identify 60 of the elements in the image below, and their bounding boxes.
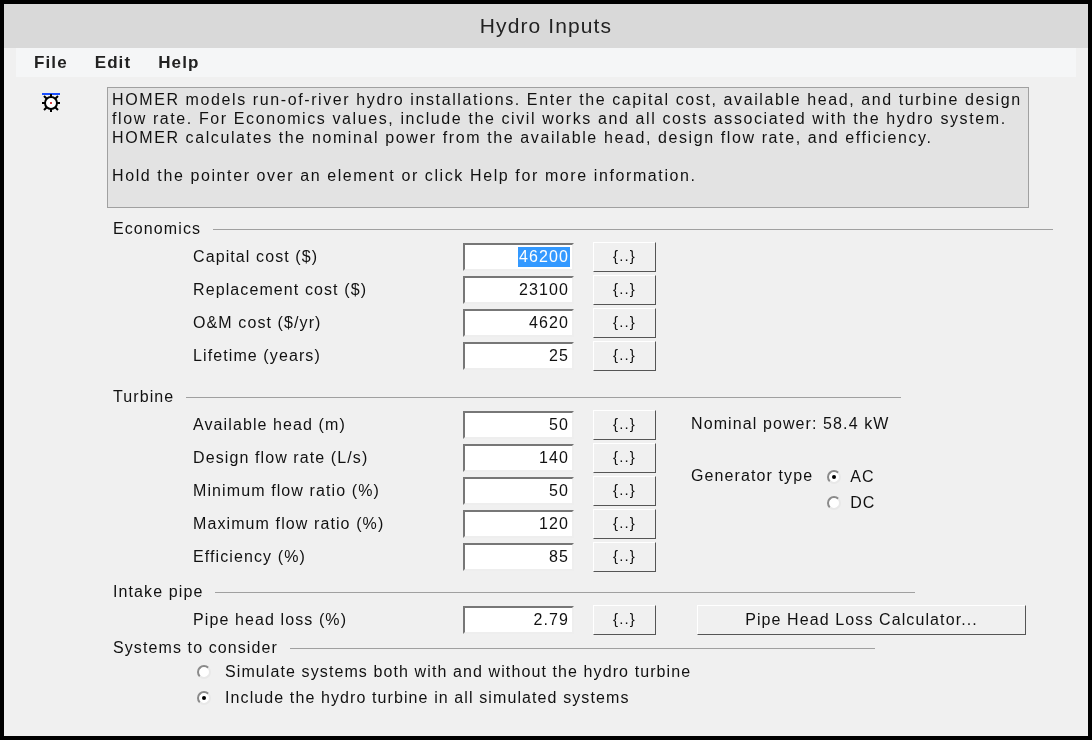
input-field[interactable]: 85 bbox=[463, 542, 574, 571]
radio-label: Simulate systems both with and without the hydro turbine bbox=[225, 662, 692, 681]
field-value: 4620 bbox=[528, 312, 570, 333]
menu-item[interactable]: Edit bbox=[94, 49, 132, 76]
field-label: Capital cost ($) bbox=[193, 246, 320, 267]
field-label: Minimum flow ratio (%) bbox=[193, 480, 381, 501]
turbine-icon bbox=[40, 91, 62, 113]
field-value: 85 bbox=[548, 546, 570, 567]
field-value: 50 bbox=[548, 480, 570, 501]
sensitivity-button[interactable]: {..} bbox=[593, 442, 656, 473]
field-label: O&M cost ($/yr) bbox=[193, 312, 323, 333]
field-value: 2.79 bbox=[532, 609, 570, 630]
section-heading: Economics bbox=[113, 219, 202, 239]
field-value: 46200 bbox=[518, 246, 570, 267]
radio-button[interactable] bbox=[827, 470, 842, 484]
input-field[interactable]: 50 bbox=[463, 410, 574, 439]
input-field[interactable]: 25 bbox=[463, 341, 574, 370]
nominal-power-text: Nominal power: 58.4 kW bbox=[691, 414, 890, 434]
input-field[interactable]: 2.79 bbox=[463, 605, 574, 634]
generator-type-label: Generator type bbox=[691, 466, 814, 486]
input-field[interactable]: 120 bbox=[463, 509, 574, 538]
section-heading: Systems to consider bbox=[113, 638, 278, 658]
menu-item[interactable]: File bbox=[34, 49, 68, 76]
input-field[interactable]: 23100 bbox=[463, 275, 574, 304]
field-label: Replacement cost ($) bbox=[193, 279, 369, 300]
pipe-head-loss-calculator-button[interactable]: Pipe Head Loss Calculator... bbox=[697, 604, 1026, 635]
sensitivity-button[interactable]: {..} bbox=[593, 604, 656, 635]
radio-button[interactable] bbox=[827, 496, 842, 510]
field-label: Maximum flow ratio (%) bbox=[193, 513, 386, 534]
sensitivity-button[interactable]: {..} bbox=[593, 307, 656, 338]
field-value: 23100 bbox=[518, 279, 570, 300]
field-label: Efficiency (%) bbox=[193, 546, 307, 567]
window-title: Hydro Inputs bbox=[479, 13, 613, 40]
sensitivity-button[interactable]: {..} bbox=[593, 409, 656, 440]
radio-label: DC bbox=[850, 493, 876, 513]
input-field[interactable]: 50 bbox=[463, 476, 574, 505]
description-text: HOMER models run-of-river hydro installations. Enter the capital cost, available head, and turbine design flow rate. For Economics values, include the civil works and all costs associated with the hydro system. HOMER calculates the nominal power from the available head, design flow rate, and efficiency. Hold the pointer over an element or click Help for more information. bbox=[107, 87, 1029, 208]
radio-button[interactable] bbox=[197, 690, 211, 705]
radio-label: AC bbox=[850, 467, 875, 487]
input-field[interactable]: 140 bbox=[463, 443, 574, 472]
field-label: Lifetime (years) bbox=[193, 345, 322, 366]
radio-label: Include the hydro turbine in all simulated systems bbox=[225, 688, 630, 707]
menu-item[interactable]: Help bbox=[158, 49, 200, 76]
field-label: Pipe head loss (%) bbox=[193, 609, 349, 630]
field-value: 140 bbox=[538, 447, 570, 468]
field-value: 25 bbox=[548, 345, 570, 366]
sensitivity-button[interactable]: {..} bbox=[593, 241, 656, 272]
field-value: 120 bbox=[538, 513, 570, 534]
section-heading: Intake pipe bbox=[113, 582, 204, 602]
sensitivity-button[interactable]: {..} bbox=[593, 274, 656, 305]
sensitivity-button[interactable]: {..} bbox=[593, 475, 656, 506]
sensitivity-button[interactable]: {..} bbox=[593, 340, 656, 371]
input-field[interactable]: 4620 bbox=[463, 308, 574, 337]
field-label: Design flow rate (L/s) bbox=[193, 447, 370, 468]
radio-button[interactable] bbox=[197, 664, 211, 679]
field-label: Available head (m) bbox=[193, 414, 347, 435]
field-value: 50 bbox=[548, 414, 570, 435]
section-heading: Turbine bbox=[113, 387, 175, 407]
sensitivity-button[interactable]: {..} bbox=[593, 508, 656, 539]
sensitivity-button[interactable]: {..} bbox=[593, 541, 656, 572]
